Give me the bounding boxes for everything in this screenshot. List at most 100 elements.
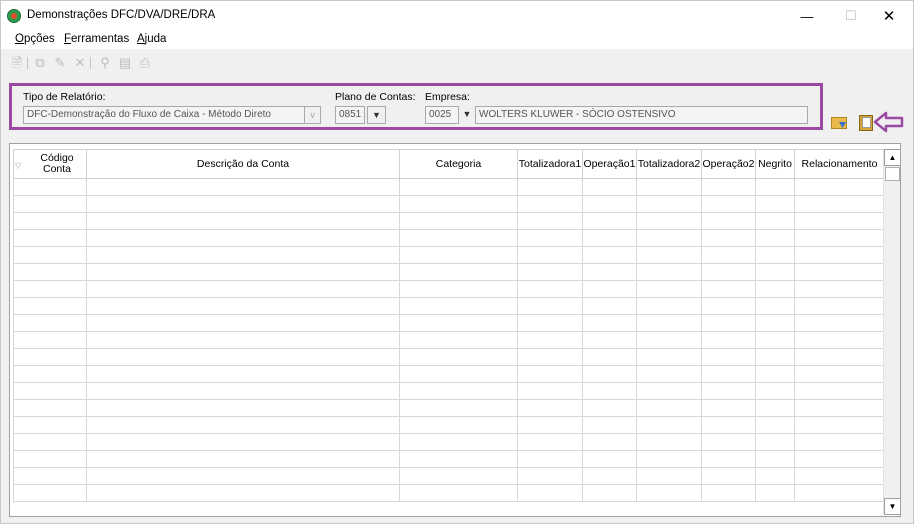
- table-cell[interactable]: [582, 178, 637, 196]
- table-cell[interactable]: [794, 263, 885, 281]
- table-cell[interactable]: [582, 297, 637, 315]
- table-row[interactable]: [13, 314, 885, 332]
- table-cell[interactable]: [399, 399, 518, 417]
- table-cell[interactable]: [701, 331, 756, 349]
- table-cell[interactable]: [13, 229, 87, 247]
- table-cell[interactable]: [86, 467, 400, 485]
- table-cell[interactable]: [701, 348, 756, 366]
- table-cell[interactable]: [517, 178, 583, 196]
- table-cell[interactable]: [701, 382, 756, 400]
- table-cell[interactable]: [517, 348, 583, 366]
- table-cell[interactable]: [582, 195, 637, 213]
- edit-icon[interactable]: ✎: [52, 55, 68, 71]
- table-cell[interactable]: [13, 314, 87, 332]
- table-cell[interactable]: [13, 263, 87, 281]
- table-cell[interactable]: [13, 195, 87, 213]
- table-cell[interactable]: [517, 212, 583, 230]
- table-cell[interactable]: [701, 365, 756, 383]
- table-cell[interactable]: [636, 195, 702, 213]
- table-row[interactable]: [13, 467, 885, 485]
- table-cell[interactable]: [582, 416, 637, 434]
- table-cell[interactable]: [755, 348, 795, 366]
- table-cell[interactable]: [399, 263, 518, 281]
- table-cell[interactable]: [399, 365, 518, 383]
- table-cell[interactable]: [399, 195, 518, 213]
- table-cell[interactable]: [794, 297, 885, 315]
- table-cell[interactable]: [636, 450, 702, 468]
- table-cell[interactable]: [582, 314, 637, 332]
- menu-ferramentas[interactable]: Ferramentas: [64, 33, 129, 45]
- table-cell[interactable]: [86, 382, 400, 400]
- table-cell[interactable]: [13, 450, 87, 468]
- table-cell[interactable]: [582, 246, 637, 264]
- table-cell[interactable]: [755, 467, 795, 485]
- table-cell[interactable]: [13, 467, 87, 485]
- table-cell[interactable]: [86, 433, 400, 451]
- table-cell[interactable]: [86, 263, 400, 281]
- table-cell[interactable]: [582, 433, 637, 451]
- table-cell[interactable]: [794, 331, 885, 349]
- table-cell[interactable]: [86, 450, 400, 468]
- table-cell[interactable]: [517, 365, 583, 383]
- table-cell[interactable]: [701, 229, 756, 247]
- table-cell[interactable]: [755, 263, 795, 281]
- table-cell[interactable]: [582, 280, 637, 298]
- scroll-thumb[interactable]: [885, 167, 900, 181]
- table-cell[interactable]: [701, 450, 756, 468]
- table-cell[interactable]: [399, 212, 518, 230]
- table-cell[interactable]: [755, 365, 795, 383]
- table-cell[interactable]: [86, 212, 400, 230]
- table-cell[interactable]: [86, 229, 400, 247]
- table-cell[interactable]: [13, 416, 87, 434]
- table-cell[interactable]: [794, 229, 885, 247]
- table-cell[interactable]: [636, 229, 702, 247]
- table-cell[interactable]: [399, 297, 518, 315]
- table-cell[interactable]: [701, 416, 756, 434]
- table-cell[interactable]: [636, 365, 702, 383]
- new-doc-icon[interactable]: 🗎: [9, 55, 25, 71]
- table-cell[interactable]: [399, 178, 518, 196]
- table-cell[interactable]: [701, 195, 756, 213]
- table-cell[interactable]: [755, 382, 795, 400]
- table-cell[interactable]: [517, 314, 583, 332]
- table-cell[interactable]: [86, 178, 400, 196]
- table-row[interactable]: [13, 229, 885, 247]
- table-cell[interactable]: [86, 246, 400, 264]
- table-cell[interactable]: [86, 348, 400, 366]
- table-cell[interactable]: [13, 212, 87, 230]
- chevron-down-icon[interactable]: ∨: [304, 106, 321, 124]
- table-cell[interactable]: [794, 365, 885, 383]
- column-header[interactable]: Operação2: [701, 149, 756, 179]
- table-cell[interactable]: [636, 178, 702, 196]
- table-cell[interactable]: [517, 331, 583, 349]
- table-cell[interactable]: [582, 229, 637, 247]
- table-cell[interactable]: [636, 382, 702, 400]
- column-header[interactable]: Descrição da Conta: [86, 149, 400, 179]
- table-cell[interactable]: [794, 280, 885, 298]
- table-cell[interactable]: [636, 416, 702, 434]
- table-cell[interactable]: [517, 246, 583, 264]
- table-row[interactable]: [13, 297, 885, 315]
- column-header[interactable]: Totalizadora2: [636, 149, 702, 179]
- table-cell[interactable]: [701, 212, 756, 230]
- table-cell[interactable]: [399, 280, 518, 298]
- table-cell[interactable]: [582, 331, 637, 349]
- table-cell[interactable]: [399, 416, 518, 434]
- table-cell[interactable]: [13, 331, 87, 349]
- table-cell[interactable]: [13, 399, 87, 417]
- column-header[interactable]: Código Conta: [13, 149, 87, 179]
- table-cell[interactable]: [86, 280, 400, 298]
- table-cell[interactable]: [755, 280, 795, 298]
- table-cell[interactable]: [794, 416, 885, 434]
- column-header[interactable]: Operação1: [582, 149, 637, 179]
- table-cell[interactable]: [755, 416, 795, 434]
- table-cell[interactable]: [755, 195, 795, 213]
- table-cell[interactable]: [755, 484, 795, 502]
- table-cell[interactable]: [636, 399, 702, 417]
- table-cell[interactable]: [399, 382, 518, 400]
- table-cell[interactable]: [755, 399, 795, 417]
- table-row[interactable]: [13, 246, 885, 264]
- table-cell[interactable]: [794, 467, 885, 485]
- search-icon[interactable]: ⚲: [97, 55, 113, 71]
- table-cell[interactable]: [582, 382, 637, 400]
